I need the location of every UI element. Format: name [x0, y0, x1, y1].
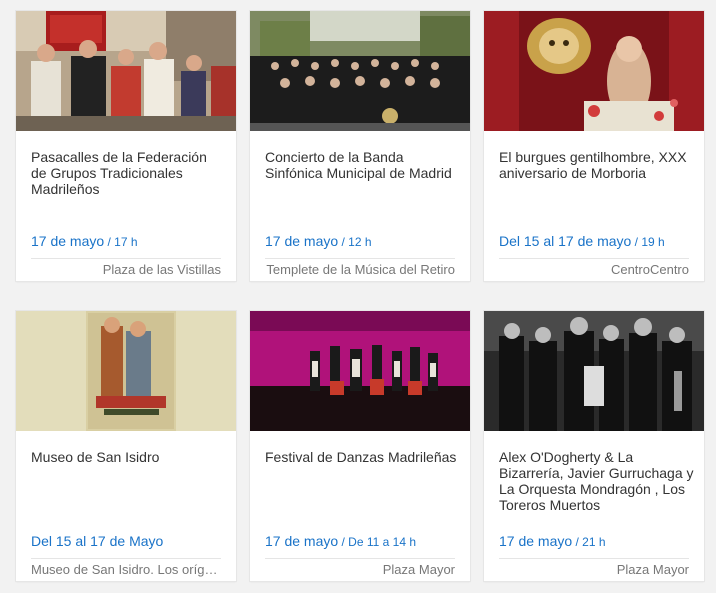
event-date: 17 de mayo / 12 h: [265, 233, 465, 249]
event-date: 17 de mayo / De 11 a 14 h: [265, 533, 465, 549]
event-date-range: 17 de mayo: [265, 533, 339, 549]
event-time: / 12 h: [338, 235, 372, 249]
event-image-dance-stage[interactable]: [250, 311, 470, 431]
isidro-poster-image: [16, 311, 236, 431]
event-venue[interactable]: Templete de la Música del Retiro: [265, 262, 455, 277]
folk-parade-photo: [16, 11, 236, 131]
event-title[interactable]: Museo de San Isidro: [31, 449, 226, 465]
event-title[interactable]: Pasacalles de la Federación de Grupos Tr…: [31, 149, 226, 197]
event-card[interactable]: El burgues gentilhombre, XXX aniversario…: [484, 11, 704, 281]
event-venue[interactable]: CentroCentro: [499, 262, 689, 277]
event-title[interactable]: El burgues gentilhombre, XXX aniversario…: [499, 149, 694, 181]
event-date: Del 15 al 17 de mayo / 19 h: [499, 233, 699, 249]
event-image-band-group[interactable]: [484, 311, 704, 431]
event-date-range: Del 15 al 17 de Mayo: [31, 533, 164, 549]
event-image-folk-parade[interactable]: [16, 11, 236, 131]
event-card[interactable]: Pasacalles de la Federación de Grupos Tr…: [16, 11, 236, 281]
event-image-isidro-poster[interactable]: [16, 311, 236, 431]
event-venue[interactable]: Museo de San Isidro. Los orígenes de Mad…: [31, 562, 221, 577]
event-date: 17 de mayo / 17 h: [31, 233, 231, 249]
event-venue[interactable]: Plaza Mayor: [499, 562, 689, 577]
event-venue[interactable]: Plaza de las Vistillas: [31, 262, 221, 277]
event-title[interactable]: Alex O'Dogherty & La Bizarrería, Javier …: [499, 449, 694, 513]
event-card[interactable]: Concierto de la Banda Sinfónica Municipa…: [250, 11, 470, 281]
card-divider: [31, 258, 221, 259]
card-divider: [31, 558, 221, 559]
event-image-symphonic-band[interactable]: [250, 11, 470, 131]
card-divider: [499, 258, 689, 259]
event-venue[interactable]: Plaza Mayor: [265, 562, 455, 577]
event-time: / De 11 a 14 h: [338, 535, 417, 549]
event-title[interactable]: Festival de Danzas Madrileñas: [265, 449, 460, 465]
card-divider: [265, 258, 455, 259]
event-date-range: 17 de mayo: [265, 233, 339, 249]
card-divider: [499, 558, 689, 559]
event-time: / 17 h: [104, 235, 138, 249]
event-image-theatre-puppet[interactable]: [484, 11, 704, 131]
event-date-range: Del 15 al 17 de mayo: [499, 233, 632, 249]
event-date-range: 17 de mayo: [31, 233, 105, 249]
event-date: 17 de mayo / 21 h: [499, 533, 699, 549]
event-card[interactable]: Alex O'Dogherty & La Bizarrería, Javier …: [484, 311, 704, 581]
event-grid: Pasacalles de la Federación de Grupos Tr…: [0, 0, 716, 593]
event-card[interactable]: Museo de San Isidro Del 15 al 17 de Mayo…: [16, 311, 236, 581]
event-time: / 21 h: [572, 535, 606, 549]
dance-stage-photo: [250, 311, 470, 431]
event-title[interactable]: Concierto de la Banda Sinfónica Municipa…: [265, 149, 460, 181]
symphonic-band-photo: [250, 11, 470, 131]
event-date-range: 17 de mayo: [499, 533, 573, 549]
event-card[interactable]: Festival de Danzas Madrileñas 17 de mayo…: [250, 311, 470, 581]
event-time: / 19 h: [631, 235, 665, 249]
theatre-puppet-photo: [484, 11, 704, 131]
card-divider: [265, 558, 455, 559]
event-date: Del 15 al 17 de Mayo: [31, 533, 231, 549]
band-group-photo: [484, 311, 704, 431]
